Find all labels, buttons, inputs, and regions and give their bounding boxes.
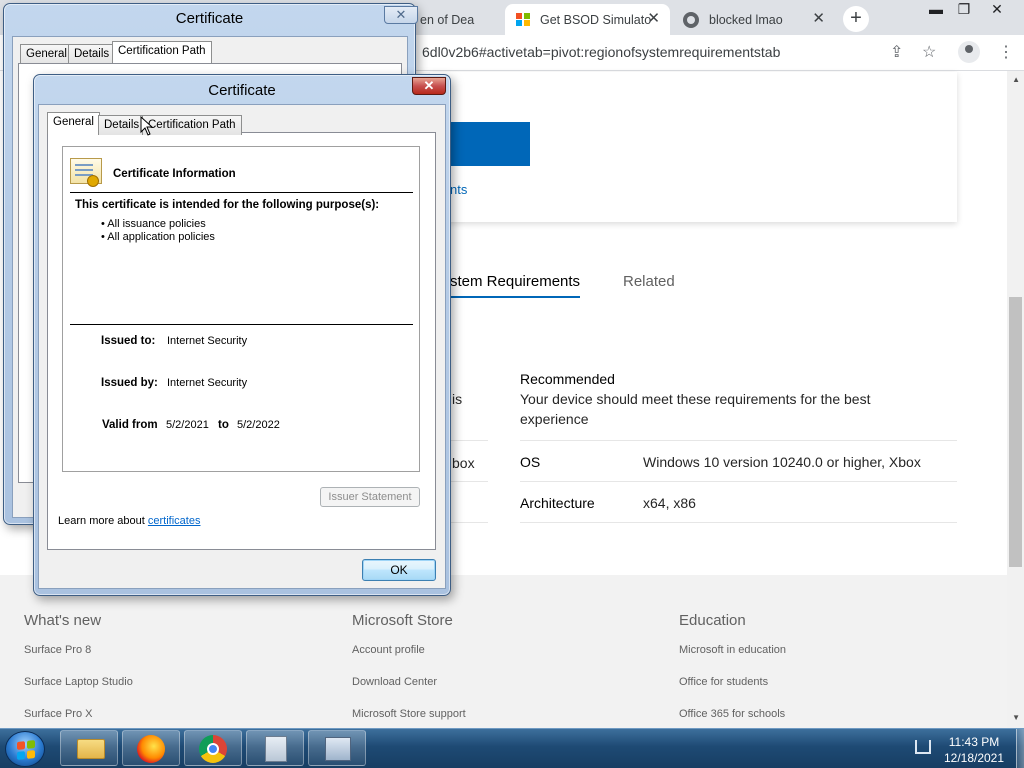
purpose-item: • All application policies [101,231,215,243]
footer-link[interactable]: Download Center [352,676,437,688]
learn-more-text: Learn more about certificates [58,515,200,527]
footer-heading: Education [679,612,746,629]
tab-blocked[interactable]: blocked lmao ✕ [673,4,835,35]
tab-label: Get BSOD Simulato [540,12,652,27]
tab-details[interactable]: Details [98,115,146,135]
microsoft-logo-icon [516,12,530,27]
os-value: Windows 10 version 10240.0 or higher, Xb… [643,454,921,470]
purpose-heading: This certificate is intended for the fol… [75,199,380,211]
taskbar-chrome[interactable] [184,730,242,766]
learn-more-label: Learn more about [58,515,145,527]
tab-label: blocked lmao [709,12,783,27]
tab-system-requirements[interactable]: stem Requirements [450,273,581,298]
dialog-title: Certificate [175,10,244,27]
divider [520,440,957,441]
scroll-up-icon[interactable]: ▲ [1012,75,1020,84]
chrome-icon [199,735,227,763]
certificate-info-heading: Certificate Information [113,168,236,180]
dialog-title: Certificate [208,82,276,99]
scroll-down-icon[interactable]: ▼ [1012,713,1020,722]
minimum-os-fragment: box [452,455,475,471]
valid-from-label: Valid from [102,419,158,431]
tab-certification-path[interactable]: Certification Path [112,41,212,63]
start-button[interactable] [5,731,45,767]
architecture-label: Architecture [520,495,595,511]
footer-link[interactable]: Microsoft in education [679,644,786,656]
mouse-cursor-icon [140,116,154,136]
taskbar-certmgr[interactable] [308,730,366,766]
footer-link[interactable]: Surface Pro 8 [24,644,91,656]
purpose-item: • All issuance policies [101,218,206,230]
recommended-heading: Recommended [520,371,615,387]
address-bar[interactable]: 6dl0v2b6#activetab=pivot:regionofsystemr… [422,44,780,60]
menu-kebab-icon[interactable]: ⋮ [998,42,1014,62]
page-scrollbar[interactable]: ▲ ▼ [1007,71,1024,728]
share-icon[interactable]: ⇪ [890,42,903,62]
footer-link[interactable]: Surface Pro X [24,708,92,720]
tab-label: en of Dea [420,12,475,27]
minimize-button[interactable]: ▬ [922,2,950,18]
divider [70,192,413,193]
footer-heading: Microsoft Store [352,612,453,629]
tab-get-bsod[interactable]: Get BSOD Simulato ✕ [505,4,670,35]
clock-date: 12/18/2021 [943,751,1005,765]
tab-general[interactable]: General [20,44,73,64]
close-button[interactable]: ✕ [384,6,418,24]
tab-other[interactable]: en of Dea [420,4,505,35]
tab-certification-path[interactable]: Certification Path [142,115,242,135]
tab-details[interactable]: Details [68,44,116,64]
issuer-statement-button[interactable]: Issuer Statement [320,487,420,507]
issued-by-label: Issued by: [101,377,158,389]
issued-to-label: Issued to: [101,335,156,347]
close-button[interactable]: ✕ [412,77,446,95]
valid-to-label: to [218,419,229,431]
close-tab-icon[interactable]: ✕ [647,11,660,27]
certificate-icon [70,158,102,187]
footer-link[interactable]: Office for students [679,676,768,688]
issued-to-value: Internet Security [167,335,248,347]
profile-avatar[interactable] [958,41,980,63]
show-desktop-button[interactable] [1016,729,1024,768]
close-window-button[interactable]: ✕ [983,2,1011,18]
close-tab-icon[interactable]: ✕ [812,11,825,27]
certificates-link[interactable]: certificates [148,515,201,527]
recommended-description-line1: Your device should meet these requiremen… [520,391,871,407]
footer-heading: What's new [24,612,102,629]
valid-from-value: 5/2/2021 [166,419,209,431]
document-icon [265,736,287,762]
network-icon[interactable] [915,740,931,754]
new-tab-button[interactable]: + [843,6,869,32]
recommended-description-line2: experience [520,411,589,427]
issued-by-value: Internet Security [167,377,248,389]
firefox-icon [137,735,165,763]
clock-time: 11:43 PM [948,735,1000,749]
certificate-manager-icon [325,737,351,761]
footer-link[interactable]: Microsoft Store support [352,708,466,720]
globe-icon [683,11,699,28]
footer-link[interactable]: Office 365 for schools [679,708,785,720]
minimum-text-fragment: is [452,391,463,407]
tab-general[interactable]: General [47,112,100,134]
footer-link[interactable]: Account profile [352,644,425,656]
site-footer: What's new Surface Pro 8 Surface Laptop … [0,575,1007,728]
restore-button[interactable]: ❐ [950,2,978,18]
divider [520,522,957,523]
tab-related[interactable]: Related [623,273,675,290]
os-label: OS [520,454,541,470]
scrollbar-thumb[interactable] [1009,297,1022,567]
valid-to-value: 5/2/2022 [237,419,280,431]
more-link[interactable]: nts [450,182,467,197]
taskbar-explorer[interactable] [60,730,118,766]
system-clock[interactable]: 11:43 PM 12/18/2021 [938,734,1010,766]
ok-button[interactable]: OK [362,559,436,581]
taskbar-firefox[interactable] [122,730,180,766]
footer-link[interactable]: Surface Laptop Studio [24,676,133,688]
taskbar-app[interactable] [246,730,304,766]
windows-logo-icon [17,740,35,760]
folder-icon [77,739,105,759]
architecture-value: x64, x86 [643,495,696,511]
divider [520,481,957,482]
divider [70,324,413,325]
bookmark-star-icon[interactable]: ☆ [922,42,936,62]
